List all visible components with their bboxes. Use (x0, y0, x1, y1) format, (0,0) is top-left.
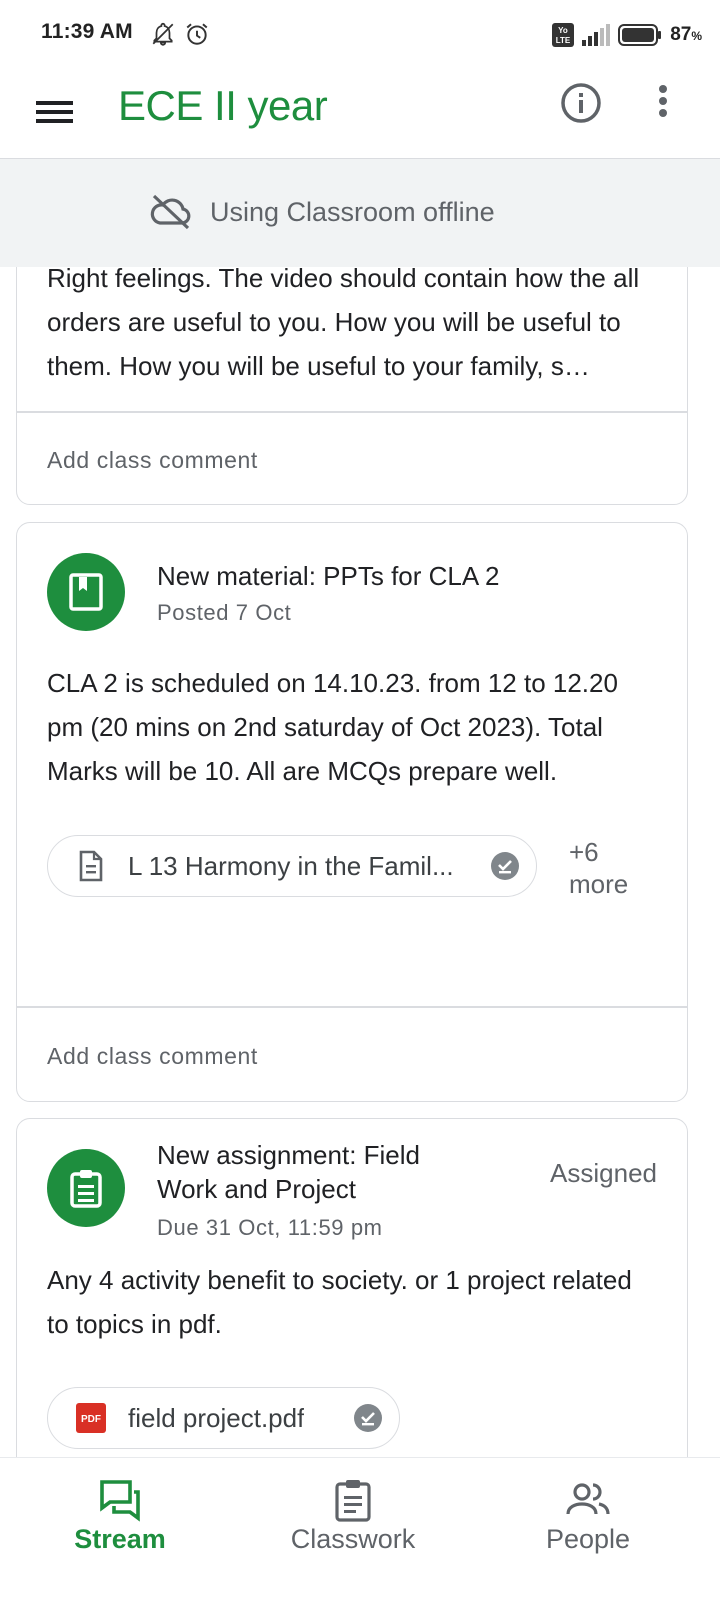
assignment-status: Assigned (550, 1158, 657, 1188)
stream-icon (100, 1480, 140, 1522)
pdf-icon: PDF (76, 1402, 106, 1434)
post-title-line1: New assignment: Field (157, 1140, 420, 1170)
card-divider (17, 1006, 687, 1008)
menu-button[interactable] (32, 88, 80, 136)
add-class-comment[interactable]: Add class comment (47, 447, 258, 474)
class-info-button[interactable] (558, 80, 604, 126)
page-title: ECE II year (118, 82, 328, 129)
attachment-name: field project.pdf (128, 1402, 305, 1433)
people-icon (566, 1483, 610, 1515)
post-type-avatar (47, 1149, 125, 1227)
offline-banner-text: Using Classroom offline (210, 196, 495, 227)
volte-bottom-text: LTE (556, 36, 571, 45)
pdf-icon-text: PDF (81, 1414, 101, 1425)
battery-percent: 87% (670, 24, 702, 46)
cloud-off-icon (150, 194, 191, 230)
post-title[interactable]: New assignment: Field Work and Project (157, 1138, 487, 1206)
more-attachments-word: more (569, 869, 629, 899)
status-notification-icons (150, 20, 210, 50)
post-title-line2: Work and Project (157, 1174, 356, 1204)
bottom-navigation: Stream Classwork People (0, 1457, 720, 1601)
status-bar: 11:39 AM Yo LTE 87% (0, 0, 720, 70)
nav-classwork-label: Classwork (290, 1524, 416, 1554)
app-bar: ECE II year (0, 70, 720, 159)
more-attachments-label[interactable]: +6 more (569, 836, 628, 900)
nav-classwork[interactable]: Classwork (233, 1458, 473, 1601)
battery-unit: % (691, 29, 702, 43)
volte-icon: Yo LTE (552, 23, 575, 47)
post-body: Right feelings. The video should contain… (47, 267, 640, 381)
due-date: Due 31 Oct, 11:59 pm (157, 1215, 383, 1240)
alarm-icon (186, 23, 208, 45)
add-class-comment[interactable]: Add class comment (47, 1043, 258, 1070)
document-icon (76, 850, 106, 882)
nav-stream[interactable]: Stream (0, 1458, 240, 1601)
attachment-chip[interactable]: L 13 Harmony in the Famil... (47, 835, 537, 897)
offline-available-icon (491, 852, 519, 880)
more-options-button[interactable] (642, 80, 688, 126)
hamburger-menu-icon (36, 101, 73, 123)
info-icon (561, 83, 601, 123)
battery-value: 87 (670, 24, 692, 45)
more-vert-icon (659, 85, 667, 117)
assignment-clipboard-icon (70, 1170, 102, 1208)
card-divider (17, 411, 687, 413)
signal-icon (582, 24, 611, 46)
material-book-icon (69, 573, 103, 611)
attachment-name: L 13 Harmony in the Famil... (128, 850, 454, 881)
classwork-icon (335, 1480, 371, 1522)
offline-banner: Using Classroom offline (0, 159, 720, 267)
stream-post-card[interactable]: Right feelings. The video should contain… (16, 267, 688, 505)
battery-icon (618, 24, 662, 46)
status-time: 11:39 AM (41, 20, 133, 43)
post-type-avatar (47, 553, 125, 631)
more-attachments-count: +6 (569, 837, 599, 867)
nav-people-label: People (545, 1524, 631, 1554)
stream-post-card[interactable]: New assignment: Field Work and Project A… (16, 1118, 688, 1457)
stream-feed[interactable]: Right feelings. The video should contain… (0, 267, 720, 1457)
notifications-off-icon (152, 22, 174, 46)
offline-available-icon (354, 1404, 382, 1432)
nav-people[interactable]: People (468, 1458, 708, 1601)
volte-top-text: Yo (558, 26, 568, 35)
post-title[interactable]: New material: PPTs for CLA 2 (157, 559, 499, 593)
attachment-chip[interactable]: PDF field project.pdf (47, 1387, 400, 1449)
post-body: CLA 2 is scheduled on 14.10.23. from 12 … (47, 668, 618, 786)
post-date: Posted 7 Oct (157, 600, 292, 625)
status-right-icons: Yo LTE 87% (552, 20, 702, 50)
nav-stream-label: Stream (74, 1524, 166, 1554)
post-body: Any 4 activity benefit to society. or 1 … (47, 1265, 632, 1339)
stream-post-card[interactable]: New material: PPTs for CLA 2 Posted 7 Oc… (16, 522, 688, 1102)
